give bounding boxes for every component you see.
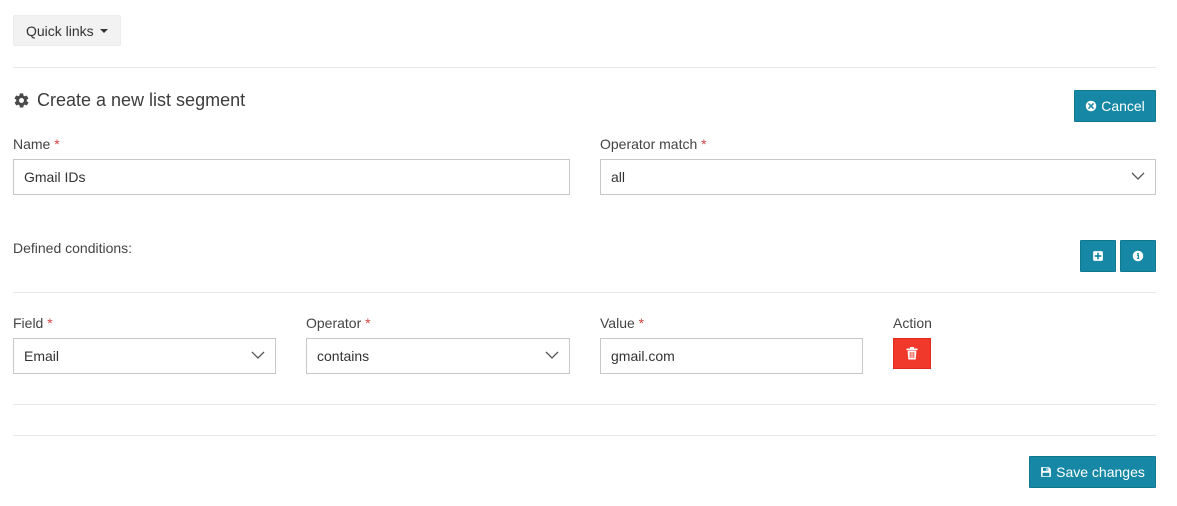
caret-down-icon [99, 28, 108, 33]
field-select[interactable]: Email [13, 338, 276, 374]
value-input[interactable]: gmail.com [600, 338, 863, 374]
quick-links-label: Quick links [26, 22, 94, 39]
operator-match-value: all [611, 169, 626, 185]
value-label: Value * [600, 315, 645, 331]
floppy-disk-icon [1041, 467, 1051, 477]
name-label: Name * [13, 136, 60, 152]
cancel-button[interactable]: Cancel [1074, 90, 1156, 122]
required-marker: * [365, 315, 371, 331]
trash-icon [906, 347, 918, 360]
field-select-value: Email [24, 348, 60, 364]
operator-match-label: Operator match * [600, 136, 707, 152]
times-circle-icon [1085, 100, 1097, 112]
info-button[interactable] [1120, 240, 1156, 272]
required-marker: * [54, 136, 60, 152]
field-label: Field * [13, 315, 53, 331]
page-title-text: Create a new list segment [37, 90, 246, 110]
value-input-value: gmail.com [611, 348, 675, 364]
required-marker: * [701, 136, 707, 152]
page-title: Create a new list segment [13, 90, 245, 111]
required-marker: * [638, 315, 645, 331]
delete-condition-button[interactable] [893, 338, 931, 369]
cancel-button-label: Cancel [1101, 98, 1145, 114]
divider [13, 67, 1156, 68]
name-input[interactable]: Gmail IDs [13, 159, 570, 195]
name-input-value: Gmail IDs [24, 169, 86, 185]
save-changes-label: Save changes [1056, 464, 1145, 480]
divider [13, 435, 1156, 436]
divider [13, 292, 1156, 293]
chevron-down-icon [545, 351, 559, 359]
chevron-down-icon [251, 351, 265, 359]
quick-links-dropdown[interactable]: Quick links [13, 15, 121, 46]
divider [13, 404, 1156, 405]
defined-conditions-heading: Defined conditions: [13, 240, 133, 256]
plus-square-icon [1093, 251, 1103, 261]
action-label: Action [893, 315, 932, 331]
required-marker: * [47, 315, 53, 331]
operator-select-value: contains [317, 348, 370, 364]
chevron-down-icon [1131, 172, 1145, 180]
gear-icon [14, 93, 29, 108]
add-condition-button[interactable] [1080, 240, 1116, 272]
operator-label: Operator * [306, 315, 371, 331]
operator-select[interactable]: contains [306, 338, 570, 374]
operator-match-select[interactable]: all [600, 159, 1156, 195]
info-circle-icon [1132, 250, 1144, 262]
save-changes-button[interactable]: Save changes [1029, 456, 1156, 488]
